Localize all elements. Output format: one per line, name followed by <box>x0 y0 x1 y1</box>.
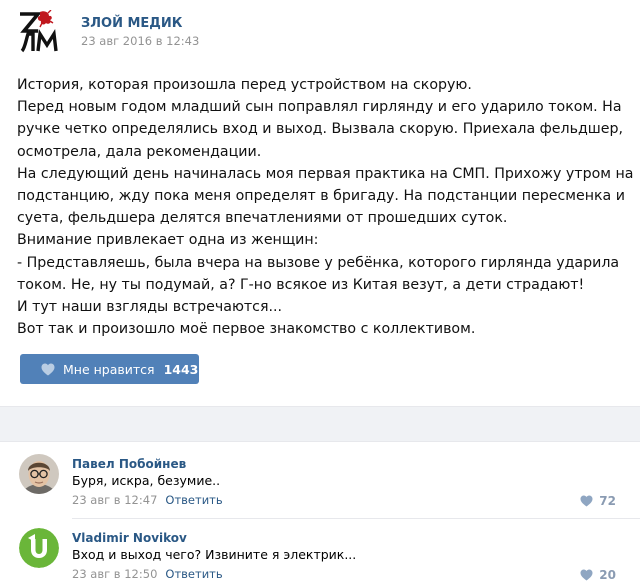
post-text-line: История, которая произошла перед устройс… <box>17 77 472 93</box>
comment-item: Vladimir Novikov Вход и выход чего? Изви… <box>0 528 640 584</box>
commenter-avatar[interactable] <box>19 528 59 568</box>
post-text-line: Вот так и произошло моё первое знакомств… <box>17 321 476 338</box>
post-author[interactable]: ЗЛОЙ МЕДИК <box>81 16 182 31</box>
post-text: История, которая произошла перед устройс… <box>17 74 634 340</box>
heart-icon <box>580 495 593 507</box>
post-text-line: - Представляешь, была вчера на вызове у … <box>17 254 620 271</box>
post-text-line: На следующий день начиналась моя первая … <box>17 165 634 182</box>
comment-item: Павел Побойнев Буря, искра, безумие.. 23… <box>0 454 640 520</box>
heart-icon <box>580 569 593 581</box>
post-text-line: осмотрела, дала рекомендации. <box>17 143 262 160</box>
community-logo[interactable] <box>18 9 64 54</box>
like-button[interactable]: Мне нравится 1443 <box>20 354 199 384</box>
post-text-line: И тут наши взгляды встречаются... <box>17 299 283 316</box>
comment-date[interactable]: 23 авг в 12:50 <box>72 567 157 581</box>
post-text-line: током. Не, ну ты подумай, а? Г-но всякое… <box>17 276 585 293</box>
comment-like-count: 72 <box>599 494 616 508</box>
like-count: 1443 <box>163 361 199 377</box>
post-text-line: Перед новым годом младший сын поправлял … <box>17 99 622 116</box>
comment-like-count: 20 <box>599 568 616 582</box>
heart-icon <box>41 363 55 375</box>
post-text-line: Внимание привлекает одна из женщин: <box>17 232 319 249</box>
post-header: ЗЛОЙ МЕДИК 23 авг 2016 в 12:43 <box>18 6 618 56</box>
commenter-avatar[interactable] <box>19 454 59 494</box>
comment-separator <box>72 518 640 519</box>
like-label: Мне нравится <box>63 361 155 377</box>
comments-divider <box>0 406 640 442</box>
commenter-name[interactable]: Vladimir Novikov <box>72 531 187 545</box>
comment-like-button[interactable]: 20 <box>580 568 616 582</box>
comment-date[interactable]: 23 авг в 12:47 <box>72 493 157 507</box>
post-text-line: ручке четко определялись вход и выход. В… <box>17 121 624 138</box>
comment-meta: 23 авг в 12:47 Ответить <box>72 493 223 507</box>
comment-meta: 23 авг в 12:50 Ответить <box>72 567 223 581</box>
post-date[interactable]: 23 авг 2016 в 12:43 <box>81 34 199 48</box>
comment-text: Буря, искра, безумие.. <box>72 473 221 488</box>
reply-link[interactable]: Ответить <box>165 493 222 507</box>
comment-text: Вход и выход чего? Извините я электрик..… <box>72 547 357 562</box>
commenter-name[interactable]: Павел Побойнев <box>72 457 186 471</box>
reply-link[interactable]: Ответить <box>165 567 222 581</box>
post-text-line: суета, фельдшера делятся впечатлениями о… <box>17 210 508 227</box>
post-text-line: подстанцию, жду пока меня определят в бр… <box>17 188 625 205</box>
comment-like-button[interactable]: 72 <box>580 494 616 508</box>
